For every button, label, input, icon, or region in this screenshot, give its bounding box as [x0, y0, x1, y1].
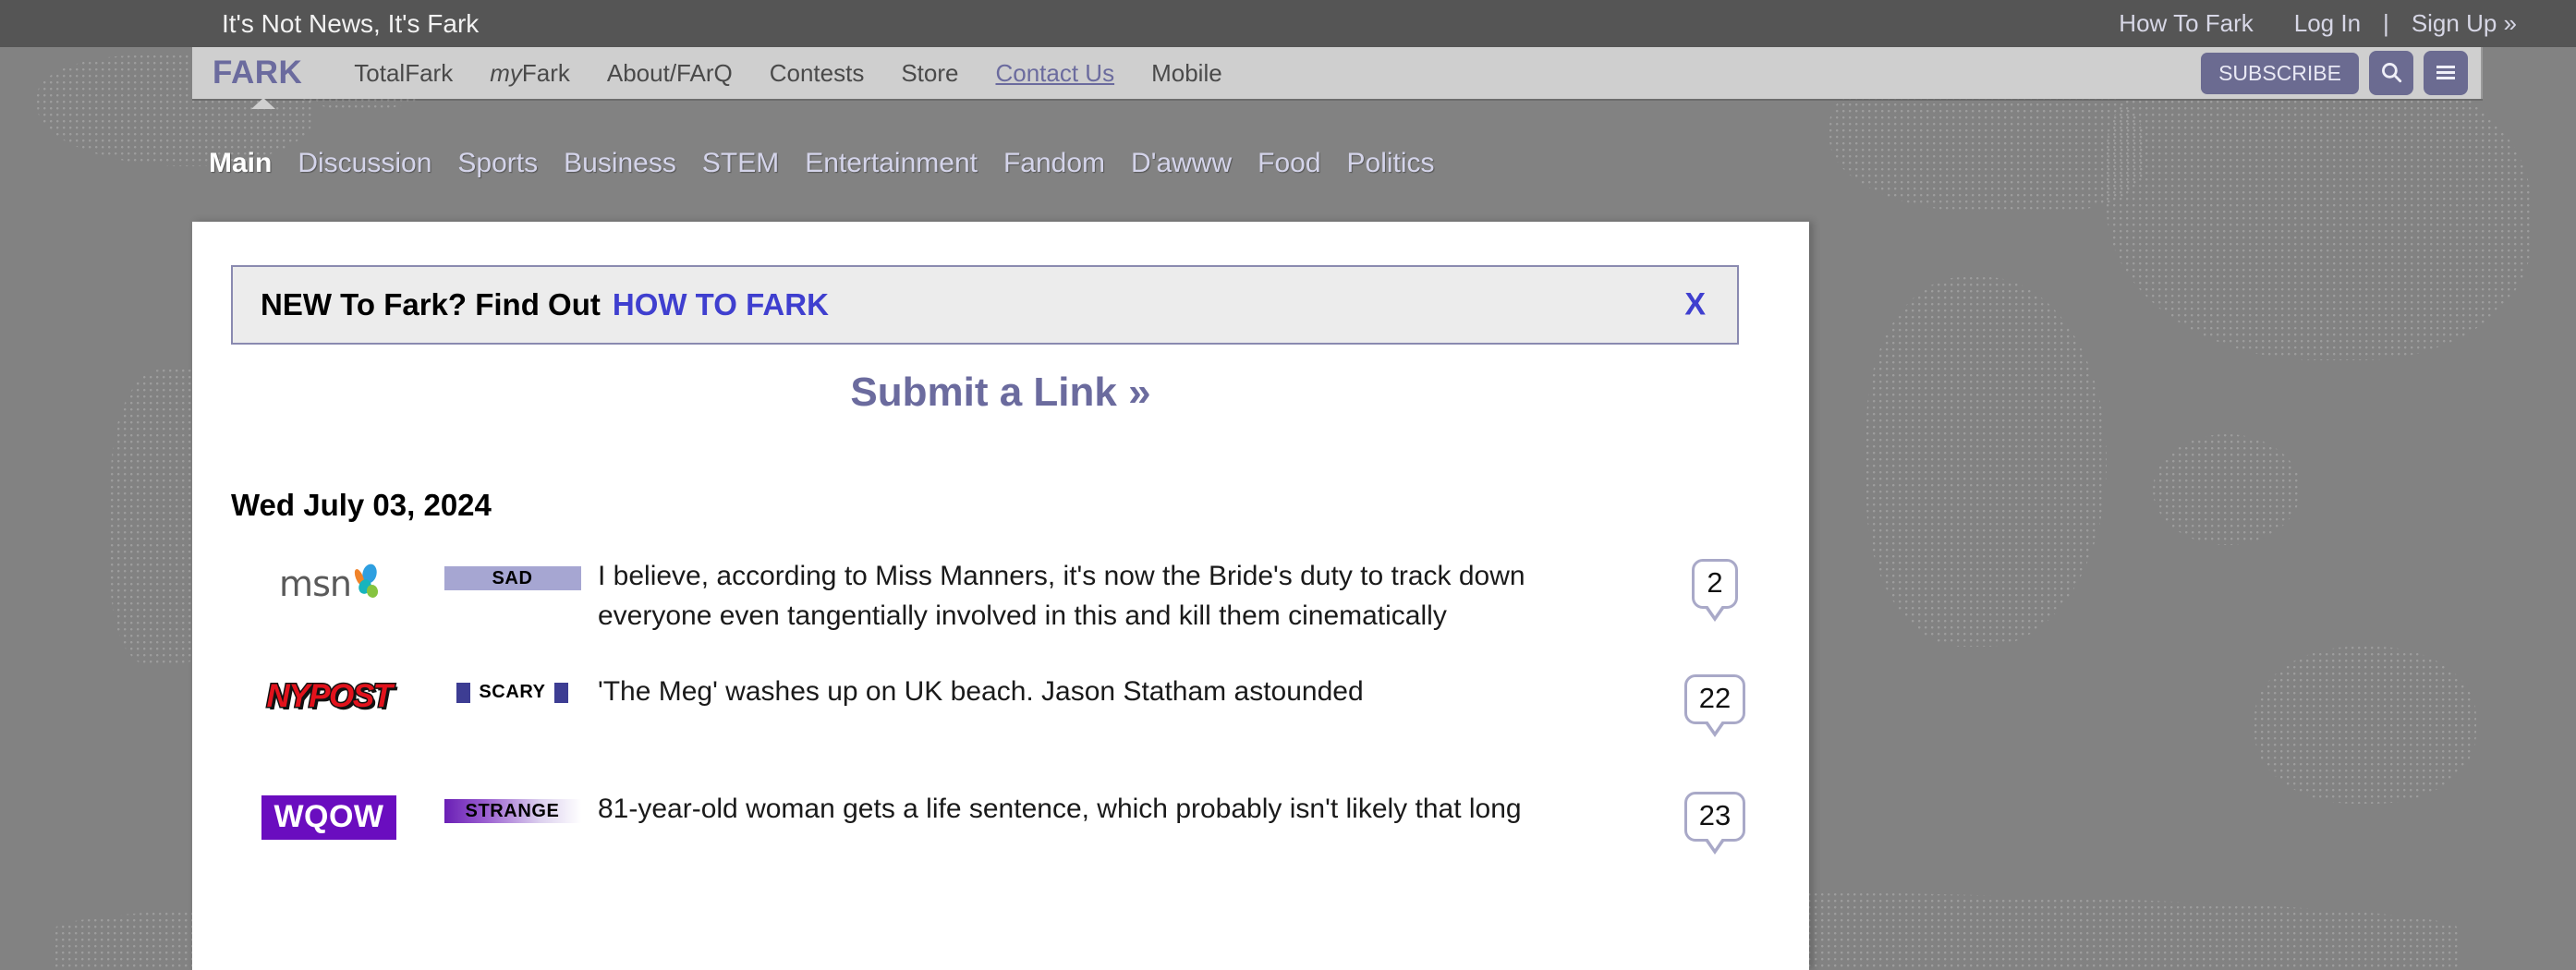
main-navigation-bar: FARK TotalFark myFark About/FArQ Contest… — [192, 47, 2483, 109]
hamburger-menu-icon — [2434, 63, 2458, 84]
nav-item-contests[interactable]: Contests — [751, 59, 883, 88]
table-row[interactable]: NYPOST SCARY 'The Meg' washes up on UK b… — [231, 645, 1770, 760]
log-in-link[interactable]: Log In — [2274, 9, 2381, 38]
tab-main[interactable]: Main — [209, 148, 285, 179]
publisher-logo-cell[interactable]: msn — [231, 557, 427, 601]
category-tab-bar: Main Discussion Sports Business STEM Ent… — [209, 136, 1448, 191]
table-row[interactable]: WQOW STRANGE 81-year-old woman gets a li… — [231, 760, 1770, 878]
status-badge-label: SCARY — [479, 682, 546, 702]
how-to-fark-link[interactable]: How To Fark — [2098, 9, 2273, 38]
tab-food[interactable]: Food — [1245, 148, 1333, 179]
story-headline[interactable]: 'The Meg' washes up on UK beach. Jason S… — [598, 673, 1659, 712]
banner-prompt-text: NEW To Fark? Find Out — [261, 287, 601, 321]
nav-actions-group: SUBSCRIBE — [2201, 47, 2468, 99]
wqow-logo: WQOW — [261, 795, 396, 841]
nav-item-about-farq[interactable]: About/FArQ — [589, 59, 751, 88]
story-tag-cell[interactable]: SAD — [427, 557, 598, 590]
msn-butterfly-icon — [354, 564, 378, 598]
top-utility-bar: It's Not News, It's Fark How To Fark Log… — [0, 0, 2576, 47]
how-to-fark-banner: NEW To Fark? Find Out HOW TO FARK X — [231, 265, 1739, 345]
submit-a-link-button[interactable]: Submit a Link » — [192, 370, 1809, 416]
world-map-texture-islands — [2153, 434, 2301, 545]
msn-logo: msn — [279, 563, 379, 601]
story-headline[interactable]: I believe, according to Miss Manners, it… — [598, 557, 1659, 637]
story-comments-cell: 2 — [1659, 557, 1770, 609]
nav-item-contact-us[interactable]: Contact Us — [977, 59, 1133, 88]
nav-item-totalfark[interactable]: TotalFark — [335, 59, 471, 88]
comment-count-bubble[interactable]: 23 — [1683, 792, 1746, 842]
nav-item-mobile[interactable]: Mobile — [1133, 59, 1241, 88]
nav-links-group: FARK TotalFark myFark About/FArQ Contest… — [213, 47, 1241, 99]
tab-fandom[interactable]: Fandom — [990, 148, 1118, 179]
story-headline[interactable]: 81-year-old woman gets a life sentence, … — [598, 790, 1659, 830]
tab-stem[interactable]: STEM — [689, 148, 792, 179]
nypost-logo: NYPOST — [265, 677, 394, 716]
tab-discussion[interactable]: Discussion — [285, 148, 444, 179]
scary-square-left-icon — [456, 682, 471, 703]
tab-dawww[interactable]: D'awww — [1118, 148, 1245, 179]
subscribe-button[interactable]: SUBSCRIBE — [2201, 52, 2359, 94]
sign-up-link[interactable]: Sign Up » — [2391, 9, 2537, 38]
publisher-logo-cell[interactable]: NYPOST — [231, 673, 427, 716]
site-tagline: It's Not News, It's Fark — [222, 9, 480, 38]
status-badge: SAD — [444, 566, 581, 590]
fark-logo[interactable]: FARK — [213, 55, 302, 91]
date-header: Wed July 03, 2024 — [231, 488, 492, 522]
tab-sports[interactable]: Sports — [444, 148, 551, 179]
story-comments-cell: 23 — [1659, 790, 1770, 842]
main-content-card: NEW To Fark? Find Out HOW TO FARK X Subm… — [192, 222, 1809, 970]
nav-item-myfark[interactable]: myFark — [471, 59, 589, 88]
comment-count-bubble[interactable]: 22 — [1683, 674, 1746, 724]
top-utility-links: How To Fark Log In | Sign Up » — [2098, 0, 2537, 47]
world-map-texture-australia — [2254, 647, 2476, 804]
publisher-logo-cell[interactable]: WQOW — [231, 790, 427, 841]
story-comments-cell: 22 — [1659, 673, 1770, 724]
story-tag-cell[interactable]: SCARY — [427, 673, 598, 703]
world-map-texture-asia — [2107, 55, 2532, 360]
link-divider: | — [2383, 9, 2389, 37]
tab-business[interactable]: Business — [551, 148, 689, 179]
hamburger-menu-button[interactable] — [2424, 51, 2468, 95]
search-icon — [2379, 60, 2403, 87]
tab-politics[interactable]: Politics — [1334, 148, 1448, 179]
story-list: msn SAD I believe, according to Miss Man… — [231, 540, 1770, 878]
table-row[interactable]: msn SAD I believe, according to Miss Man… — [231, 540, 1770, 645]
active-nav-pointer — [251, 98, 275, 109]
status-badge: STRANGE — [444, 799, 581, 823]
how-to-fark-banner-link[interactable]: HOW TO FARK — [613, 287, 829, 322]
comment-count-bubble[interactable]: 2 — [1692, 559, 1738, 609]
tab-entertainment[interactable]: Entertainment — [792, 148, 990, 179]
world-map-texture-africa — [1866, 277, 2107, 647]
scary-square-right-icon — [553, 682, 568, 703]
story-tag-cell[interactable]: STRANGE — [427, 790, 598, 823]
banner-close-button[interactable]: X — [1679, 286, 1711, 324]
nav-item-store[interactable]: Store — [882, 59, 977, 88]
status-badge: SCARY — [456, 682, 568, 703]
msn-logo-text: msn — [279, 564, 352, 604]
search-button[interactable] — [2369, 51, 2413, 95]
